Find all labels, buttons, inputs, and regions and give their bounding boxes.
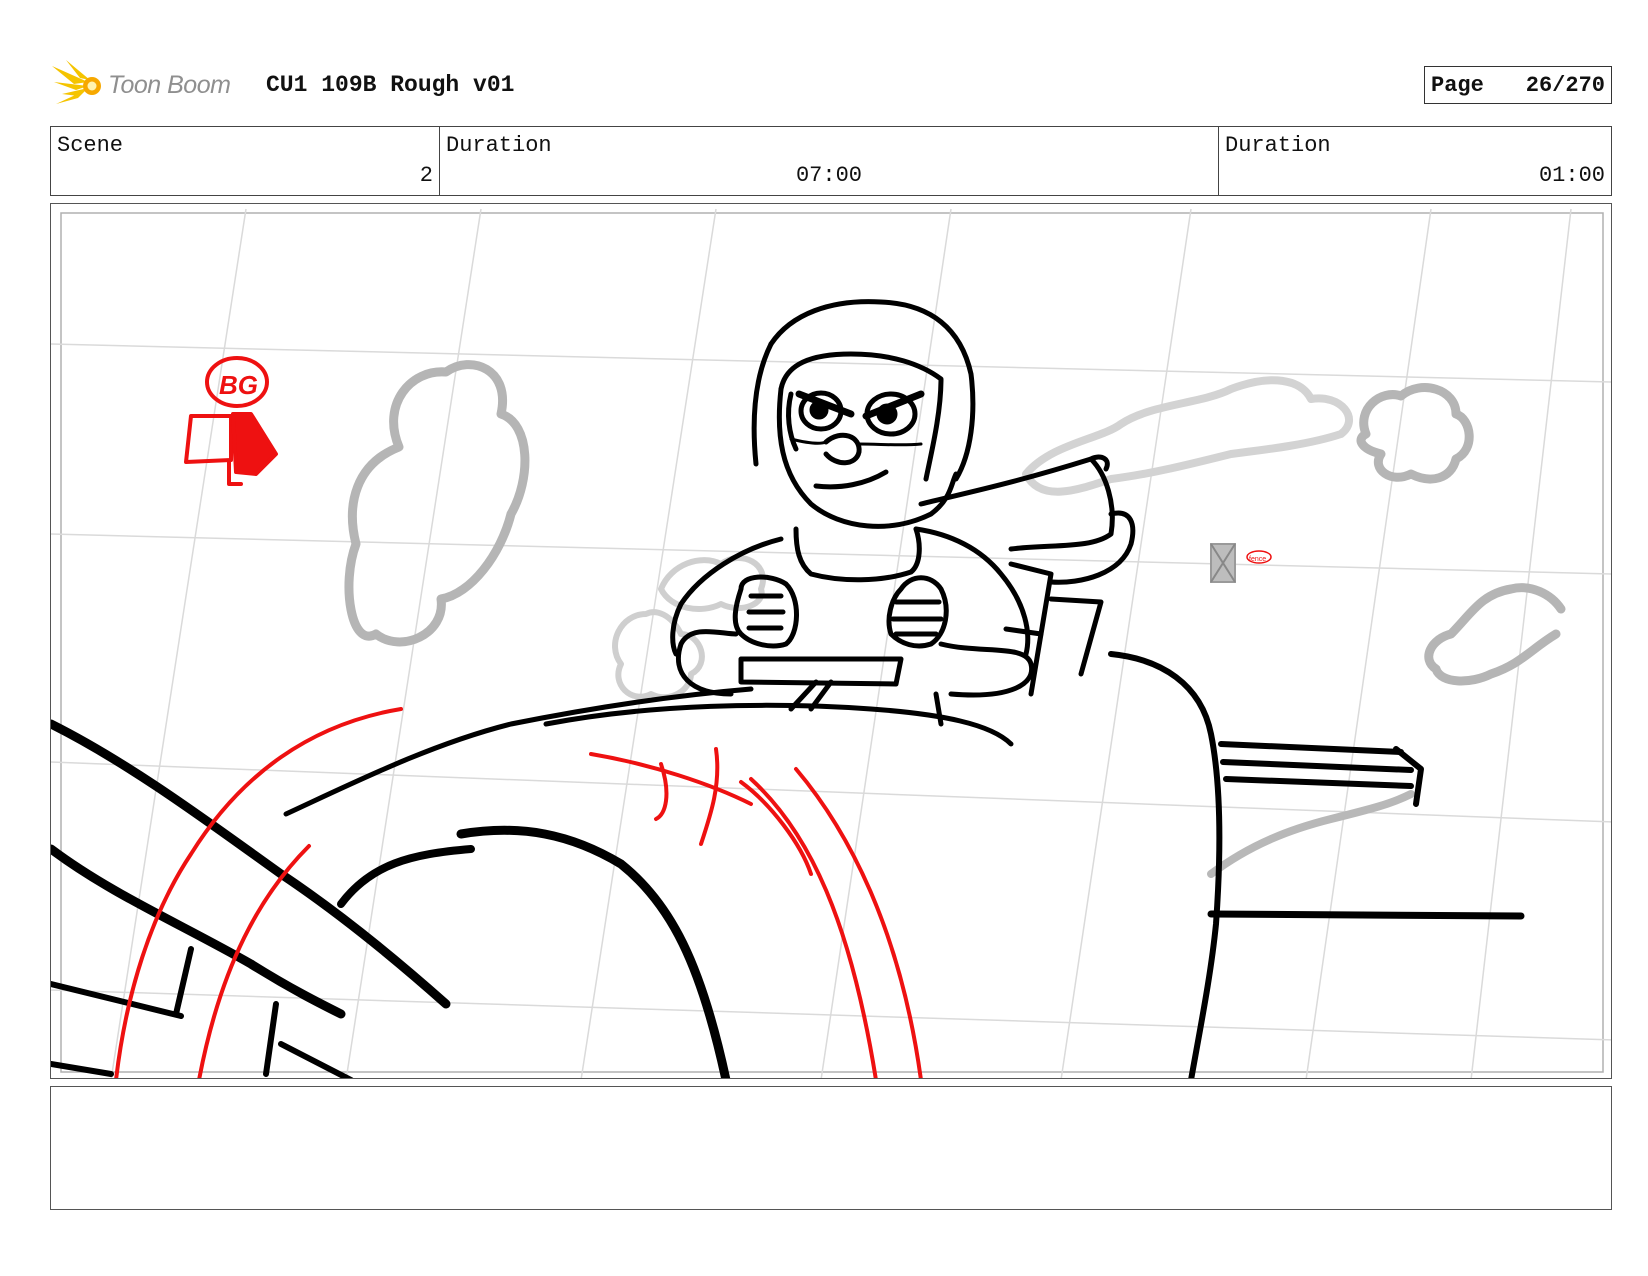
duration-cell-2: Duration 01:00 xyxy=(1219,127,1611,195)
scene-value: 2 xyxy=(419,163,433,188)
bg-annotation: BG xyxy=(219,370,258,400)
page-header: Toon Boom CU1 109B Rough v01 Page 26/270 xyxy=(52,56,1612,116)
scene-cell: Scene 2 xyxy=(51,127,440,195)
page-number: 26/270 xyxy=(1525,73,1605,98)
page-indicator: Page 26/270 xyxy=(1424,66,1612,104)
toon-boom-logo: Toon Boom xyxy=(52,60,252,112)
panel-notes xyxy=(50,1086,1612,1210)
storyboard-drawing-icon: fence BG xyxy=(51,208,1611,1078)
duration-value-2: 01:00 xyxy=(1538,163,1605,188)
duration-cell-1: Duration 07:00 xyxy=(440,127,1219,195)
starburst-logo-icon xyxy=(52,60,101,104)
duration-label-1: Duration xyxy=(446,133,552,158)
fence-annotation: fence xyxy=(1249,556,1266,563)
scene-label: Scene xyxy=(57,133,124,158)
logo-text: Toon Boom xyxy=(108,71,231,99)
duration-value-1: 07:00 xyxy=(795,163,862,188)
document-title: CU1 109B Rough v01 xyxy=(266,72,515,98)
storyboard-panel: fence BG xyxy=(50,203,1612,1079)
page-label: Page xyxy=(1431,73,1484,98)
scene-info-row: Scene 2 Duration 07:00 Duration 01:00 xyxy=(50,126,1612,196)
duration-label-2: Duration xyxy=(1225,133,1331,158)
